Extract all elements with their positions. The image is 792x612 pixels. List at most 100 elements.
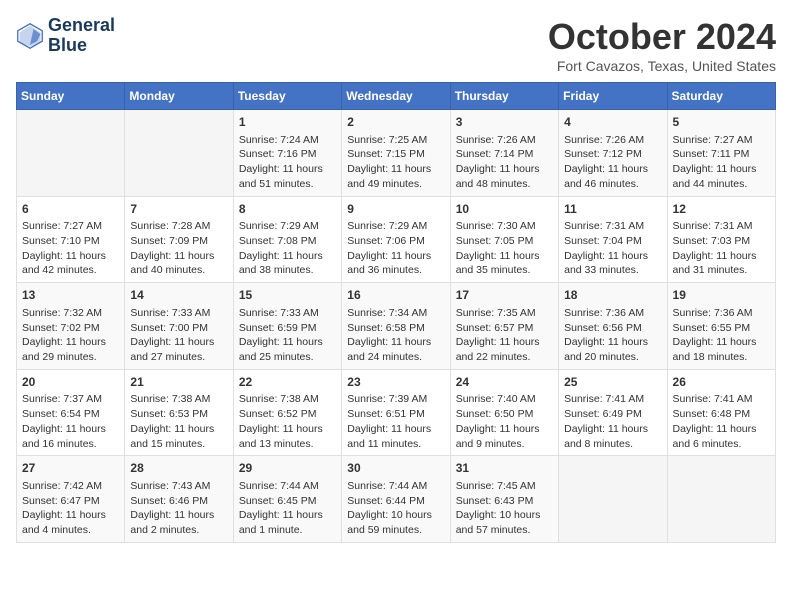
day-info: Daylight: 11 hours and 9 minutes. bbox=[456, 422, 553, 451]
week-row-1: 1Sunrise: 7:24 AMSunset: 7:16 PMDaylight… bbox=[17, 110, 776, 197]
day-info: Daylight: 11 hours and 42 minutes. bbox=[22, 249, 119, 278]
day-info: Sunset: 6:52 PM bbox=[239, 407, 336, 422]
header-cell-monday: Monday bbox=[125, 83, 233, 110]
day-info: Sunset: 7:00 PM bbox=[130, 321, 227, 336]
logo: General Blue bbox=[16, 16, 115, 56]
day-info: Daylight: 11 hours and 24 minutes. bbox=[347, 335, 444, 364]
day-cell: 24Sunrise: 7:40 AMSunset: 6:50 PMDayligh… bbox=[450, 369, 558, 456]
day-info: Sunset: 6:51 PM bbox=[347, 407, 444, 422]
day-info: Sunset: 6:45 PM bbox=[239, 494, 336, 509]
day-info: Daylight: 11 hours and 31 minutes. bbox=[673, 249, 770, 278]
day-number: 2 bbox=[347, 114, 444, 131]
header-cell-thursday: Thursday bbox=[450, 83, 558, 110]
day-info: Sunrise: 7:31 AM bbox=[673, 219, 770, 234]
page-header: General Blue October 2024 Fort Cavazos, … bbox=[16, 16, 776, 74]
day-info: Sunrise: 7:44 AM bbox=[239, 479, 336, 494]
day-info: Sunset: 7:11 PM bbox=[673, 147, 770, 162]
day-cell: 17Sunrise: 7:35 AMSunset: 6:57 PMDayligh… bbox=[450, 283, 558, 370]
day-number: 14 bbox=[130, 287, 227, 304]
day-cell: 15Sunrise: 7:33 AMSunset: 6:59 PMDayligh… bbox=[233, 283, 341, 370]
title-section: October 2024 Fort Cavazos, Texas, United… bbox=[548, 16, 776, 74]
day-info: Sunset: 6:54 PM bbox=[22, 407, 119, 422]
day-info: Sunset: 7:10 PM bbox=[22, 234, 119, 249]
day-info: Daylight: 11 hours and 49 minutes. bbox=[347, 162, 444, 191]
day-cell: 27Sunrise: 7:42 AMSunset: 6:47 PMDayligh… bbox=[17, 456, 125, 543]
day-info: Sunrise: 7:38 AM bbox=[239, 392, 336, 407]
day-info: Sunset: 6:44 PM bbox=[347, 494, 444, 509]
day-info: Sunrise: 7:24 AM bbox=[239, 133, 336, 148]
day-info: Sunset: 6:57 PM bbox=[456, 321, 553, 336]
day-number: 24 bbox=[456, 374, 553, 391]
day-info: Daylight: 11 hours and 2 minutes. bbox=[130, 508, 227, 537]
day-info: Sunset: 6:50 PM bbox=[456, 407, 553, 422]
header-cell-saturday: Saturday bbox=[667, 83, 775, 110]
day-info: Sunrise: 7:33 AM bbox=[130, 306, 227, 321]
day-cell: 31Sunrise: 7:45 AMSunset: 6:43 PMDayligh… bbox=[450, 456, 558, 543]
day-number: 12 bbox=[673, 201, 770, 218]
calendar-body: 1Sunrise: 7:24 AMSunset: 7:16 PMDaylight… bbox=[17, 110, 776, 543]
day-cell bbox=[17, 110, 125, 197]
day-info: Sunrise: 7:26 AM bbox=[564, 133, 661, 148]
day-info: Sunset: 6:56 PM bbox=[564, 321, 661, 336]
day-info: Sunrise: 7:34 AM bbox=[347, 306, 444, 321]
day-number: 9 bbox=[347, 201, 444, 218]
day-cell: 28Sunrise: 7:43 AMSunset: 6:46 PMDayligh… bbox=[125, 456, 233, 543]
day-number: 11 bbox=[564, 201, 661, 218]
day-info: Sunrise: 7:39 AM bbox=[347, 392, 444, 407]
day-info: Sunset: 6:53 PM bbox=[130, 407, 227, 422]
day-cell: 14Sunrise: 7:33 AMSunset: 7:00 PMDayligh… bbox=[125, 283, 233, 370]
day-number: 29 bbox=[239, 460, 336, 477]
day-info: Daylight: 11 hours and 11 minutes. bbox=[347, 422, 444, 451]
day-info: Sunrise: 7:32 AM bbox=[22, 306, 119, 321]
day-cell: 5Sunrise: 7:27 AMSunset: 7:11 PMDaylight… bbox=[667, 110, 775, 197]
day-info: Sunrise: 7:25 AM bbox=[347, 133, 444, 148]
day-number: 13 bbox=[22, 287, 119, 304]
day-info: Sunrise: 7:35 AM bbox=[456, 306, 553, 321]
day-cell: 23Sunrise: 7:39 AMSunset: 6:51 PMDayligh… bbox=[342, 369, 450, 456]
day-info: Sunrise: 7:31 AM bbox=[564, 219, 661, 234]
day-info: Sunrise: 7:37 AM bbox=[22, 392, 119, 407]
day-info: Daylight: 11 hours and 20 minutes. bbox=[564, 335, 661, 364]
day-info: Daylight: 10 hours and 59 minutes. bbox=[347, 508, 444, 537]
logo-icon bbox=[16, 22, 44, 50]
day-info: Sunset: 6:55 PM bbox=[673, 321, 770, 336]
day-info: Sunset: 7:09 PM bbox=[130, 234, 227, 249]
day-number: 19 bbox=[673, 287, 770, 304]
day-info: Sunset: 7:05 PM bbox=[456, 234, 553, 249]
day-info: Sunset: 7:02 PM bbox=[22, 321, 119, 336]
day-cell: 16Sunrise: 7:34 AMSunset: 6:58 PMDayligh… bbox=[342, 283, 450, 370]
day-number: 8 bbox=[239, 201, 336, 218]
day-info: Daylight: 11 hours and 16 minutes. bbox=[22, 422, 119, 451]
day-info: Sunset: 6:49 PM bbox=[564, 407, 661, 422]
month-title: October 2024 bbox=[548, 16, 776, 58]
header-cell-sunday: Sunday bbox=[17, 83, 125, 110]
day-info: Sunset: 7:15 PM bbox=[347, 147, 444, 162]
day-cell bbox=[667, 456, 775, 543]
day-number: 22 bbox=[239, 374, 336, 391]
day-cell: 18Sunrise: 7:36 AMSunset: 6:56 PMDayligh… bbox=[559, 283, 667, 370]
day-cell: 30Sunrise: 7:44 AMSunset: 6:44 PMDayligh… bbox=[342, 456, 450, 543]
day-number: 27 bbox=[22, 460, 119, 477]
week-row-3: 13 Sunrise: 7:32 AMSunset: 7:02 PM Dayligh… bbox=[17, 283, 776, 370]
day-info: Daylight: 11 hours and 36 minutes. bbox=[347, 249, 444, 278]
day-info: Daylight: 11 hours and 48 minutes. bbox=[456, 162, 553, 191]
calendar-table: SundayMondayTuesdayWednesdayThursdayFrid… bbox=[16, 82, 776, 543]
day-info: Sunrise: 7:38 AM bbox=[130, 392, 227, 407]
day-info: Sunset: 7:04 PM bbox=[564, 234, 661, 249]
day-number: 15 bbox=[239, 287, 336, 304]
day-cell: 12Sunrise: 7:31 AMSunset: 7:03 PMDayligh… bbox=[667, 196, 775, 283]
day-cell: 19Sunrise: 7:36 AMSunset: 6:55 PMDayligh… bbox=[667, 283, 775, 370]
day-cell: 13Sunrise: 7:32 AMSunset: 7:02 PMDayligh… bbox=[17, 283, 125, 370]
day-info: Sunrise: 7:27 AM bbox=[673, 133, 770, 148]
day-info: Daylight: 11 hours and 18 minutes. bbox=[673, 335, 770, 364]
day-cell: 26Sunrise: 7:41 AMSunset: 6:48 PMDayligh… bbox=[667, 369, 775, 456]
day-number: 30 bbox=[347, 460, 444, 477]
day-info: Sunset: 6:58 PM bbox=[347, 321, 444, 336]
day-info: Daylight: 11 hours and 33 minutes. bbox=[564, 249, 661, 278]
day-number: 10 bbox=[456, 201, 553, 218]
day-number: 25 bbox=[564, 374, 661, 391]
day-info: Sunrise: 7:27 AM bbox=[22, 219, 119, 234]
day-number: 5 bbox=[673, 114, 770, 131]
header-cell-friday: Friday bbox=[559, 83, 667, 110]
day-cell: 29Sunrise: 7:44 AMSunset: 6:45 PMDayligh… bbox=[233, 456, 341, 543]
